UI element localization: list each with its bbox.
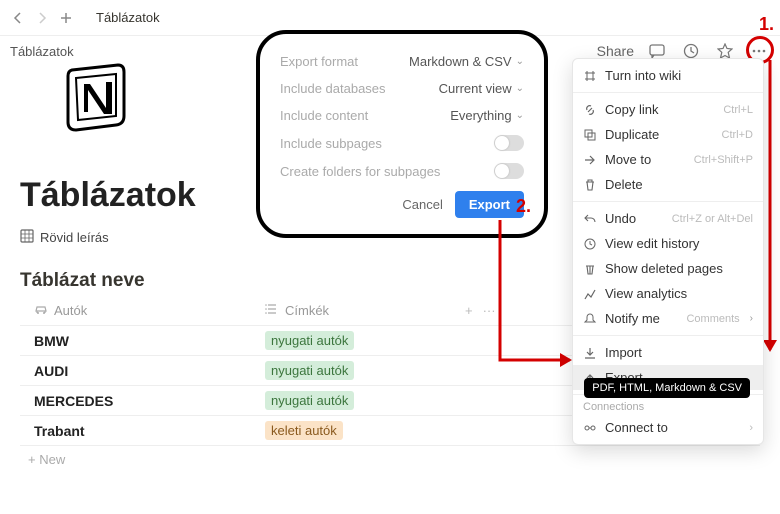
- page-description-text: Rövid leírás: [40, 230, 109, 245]
- chevron-down-icon: ⌄: [516, 110, 524, 121]
- column-header-tags[interactable]: Címkék: [285, 303, 329, 318]
- include-databases-select[interactable]: Current view ⌄: [439, 81, 524, 96]
- analytics-icon: [583, 287, 597, 301]
- duplicate-icon: [583, 128, 597, 142]
- menu-view-analytics[interactable]: View analytics: [573, 281, 763, 306]
- deleted-icon: [583, 262, 597, 276]
- history-icon: [583, 237, 597, 251]
- create-folders-label: Create folders for subpages: [280, 164, 440, 179]
- column-header-name[interactable]: Autók: [54, 303, 87, 318]
- menu-connect-to[interactable]: Connect to ›: [573, 415, 763, 440]
- menu-copy-link[interactable]: Copy link Ctrl+L: [573, 97, 763, 122]
- include-subpages-toggle[interactable]: [494, 135, 524, 151]
- move-icon: [583, 153, 597, 167]
- column-options-icon[interactable]: ···: [483, 303, 496, 318]
- add-column-icon[interactable]: +: [465, 303, 473, 318]
- cell-tag: nyugati autók: [265, 361, 455, 380]
- cancel-button[interactable]: Cancel: [402, 197, 442, 212]
- menu-undo[interactable]: Undo Ctrl+Z or Alt+Del: [573, 206, 763, 231]
- cell-tag: keleti autók: [265, 421, 455, 440]
- include-content-label: Include content: [280, 108, 368, 123]
- export-button[interactable]: Export: [455, 191, 524, 218]
- list-icon: [265, 302, 279, 319]
- doc-icon: [20, 229, 34, 246]
- menu-section-connections: Connections: [573, 399, 763, 415]
- menu-delete[interactable]: Delete: [573, 172, 763, 197]
- menu-view-history[interactable]: View edit history: [573, 231, 763, 256]
- export-tooltip: PDF, HTML, Markdown & CSV: [584, 378, 750, 398]
- chevron-right-icon: ›: [749, 422, 753, 434]
- wiki-icon: [583, 69, 597, 83]
- chevron-down-icon: ⌄: [516, 56, 524, 67]
- include-databases-label: Include databases: [280, 81, 386, 96]
- cell-name: MERCEDES: [20, 393, 265, 409]
- cell-tag: nyugati autók: [265, 331, 455, 350]
- bell-icon: [583, 312, 597, 326]
- menu-show-deleted[interactable]: Show deleted pages: [573, 256, 763, 281]
- menu-notify-me[interactable]: Notify me Comments ›: [573, 306, 763, 331]
- tag-badge: nyugati autók: [265, 391, 354, 410]
- menu-duplicate[interactable]: Duplicate Ctrl+D: [573, 122, 763, 147]
- connect-icon: [583, 421, 597, 435]
- include-subpages-label: Include subpages: [280, 136, 382, 151]
- menu-turn-into-wiki[interactable]: Turn into wiki: [573, 63, 763, 88]
- cell-name: AUDI: [20, 363, 265, 379]
- cell-name: BMW: [20, 333, 265, 349]
- menu-import[interactable]: Import: [573, 340, 763, 365]
- trash-icon: [583, 178, 597, 192]
- export-dialog: Export format Markdown & CSV ⌄ Include d…: [256, 30, 548, 238]
- tag-badge: nyugati autók: [265, 331, 354, 350]
- include-content-select[interactable]: Everything ⌄: [450, 108, 524, 123]
- annotation-step-1: 1.: [759, 14, 774, 35]
- nav-back-button[interactable]: [6, 6, 30, 30]
- export-format-select[interactable]: Markdown & CSV ⌄: [409, 54, 524, 69]
- share-button[interactable]: Share: [597, 43, 634, 59]
- new-tab-button[interactable]: [54, 6, 78, 30]
- create-folders-toggle[interactable]: [494, 163, 524, 179]
- nav-forward-button[interactable]: [30, 6, 54, 30]
- new-row-button[interactable]: + New: [20, 446, 760, 467]
- cell-tag: nyugati autók: [265, 391, 455, 410]
- chevron-down-icon: ⌄: [516, 83, 524, 94]
- page-icon[interactable]: [60, 60, 132, 135]
- undo-icon: [583, 212, 597, 226]
- tag-badge: nyugati autók: [265, 361, 354, 380]
- annotation-step-2: 2.: [516, 196, 531, 217]
- link-icon: [583, 103, 597, 117]
- cell-name: Trabant: [20, 423, 265, 439]
- breadcrumb[interactable]: Táblázatok: [10, 44, 74, 59]
- chevron-right-icon: ›: [750, 313, 753, 324]
- export-format-label: Export format: [280, 54, 358, 69]
- menu-move-to[interactable]: Move to Ctrl+Shift+P: [573, 147, 763, 172]
- tab-current[interactable]: Táblázatok: [88, 6, 168, 29]
- car-icon: [34, 302, 48, 319]
- import-icon: [583, 346, 597, 360]
- tag-badge: keleti autók: [265, 421, 343, 440]
